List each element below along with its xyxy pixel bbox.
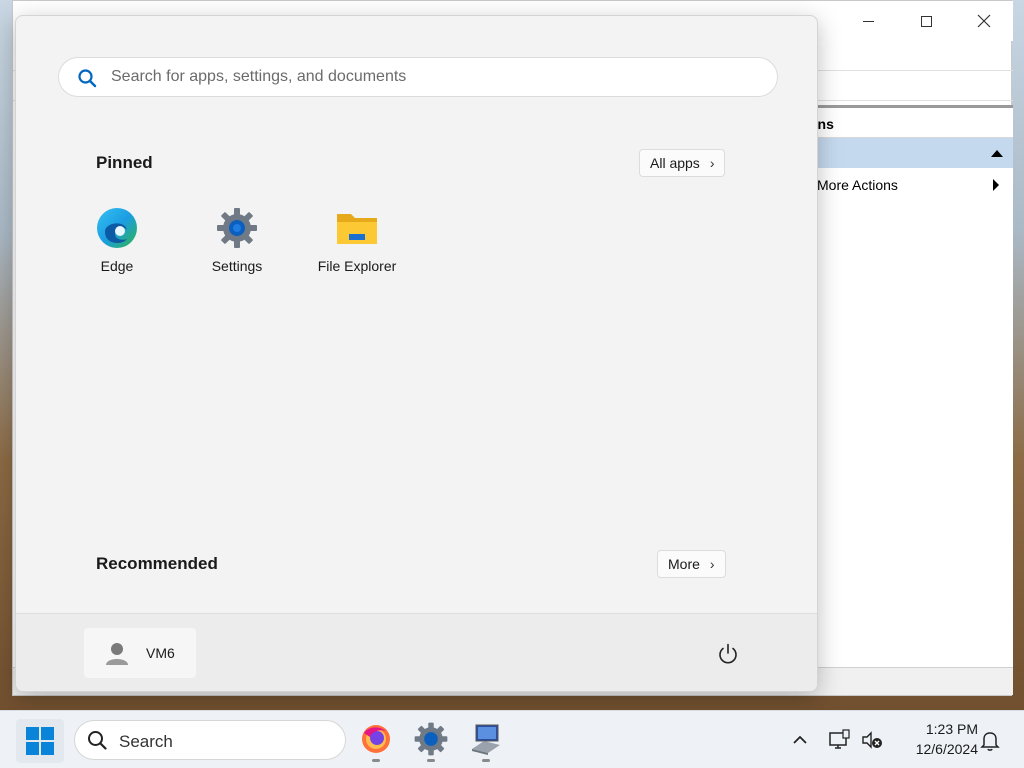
search-icon xyxy=(78,69,97,88)
firefox-icon xyxy=(362,725,390,753)
network-monitor-icon xyxy=(829,729,850,749)
notifications-button[interactable] xyxy=(978,728,1002,752)
submenu-arrow-icon xyxy=(993,179,999,191)
more-button[interactable]: More › xyxy=(657,550,726,578)
minimize-icon xyxy=(862,20,874,22)
chevron-up-icon xyxy=(793,735,807,744)
all-apps-label: All apps xyxy=(650,155,700,171)
close-icon xyxy=(977,14,991,28)
start-button[interactable] xyxy=(16,719,64,763)
all-apps-button[interactable]: All apps › xyxy=(639,149,726,177)
more-actions-label: More Actions xyxy=(817,177,898,193)
collapse-up-icon[interactable] xyxy=(991,150,1003,157)
network-status-button[interactable] xyxy=(828,728,852,752)
avatar xyxy=(106,643,128,665)
volume-button[interactable] xyxy=(860,728,884,752)
search-icon xyxy=(88,731,107,750)
start-search-box[interactable] xyxy=(58,57,778,97)
actions-section-header[interactable]: s xyxy=(803,138,1013,168)
taskbar-app-network[interactable] xyxy=(466,719,506,763)
more-label: More xyxy=(668,556,700,572)
user-name: VM6 xyxy=(146,645,175,661)
start-search-input[interactable] xyxy=(111,58,761,96)
volume-muted-icon xyxy=(862,731,882,749)
running-indicator xyxy=(482,759,490,762)
recommended-title: Recommended xyxy=(96,554,218,573)
pinned-app-edge[interactable]: Edge xyxy=(62,206,172,286)
taskbar-app-settings[interactable] xyxy=(411,719,451,763)
start-menu: Pinned All apps › Edge xyxy=(15,15,818,692)
show-hidden-icons-button[interactable] xyxy=(788,728,812,752)
pinned-app-label: Edge xyxy=(100,258,134,274)
folder-icon xyxy=(335,206,379,250)
edge-icon xyxy=(95,206,139,250)
gear-icon xyxy=(414,722,448,756)
minimize-button[interactable] xyxy=(839,1,897,41)
gear-icon xyxy=(215,206,259,250)
running-indicator xyxy=(427,759,435,762)
taskbar-search[interactable]: Search xyxy=(74,720,346,760)
taskbar-search-label: Search xyxy=(119,732,173,751)
running-indicator xyxy=(372,759,380,762)
user-account-button[interactable]: VM6 xyxy=(84,628,196,678)
actions-pane: ons s More Actions xyxy=(803,105,1013,667)
clock-time: 1:23 PM xyxy=(925,721,978,737)
bell-icon xyxy=(980,732,1000,751)
pinned-app-settings[interactable]: Settings xyxy=(182,206,292,286)
network-computer-icon xyxy=(472,724,500,755)
pinned-app-label: Settings xyxy=(211,258,263,274)
windows-logo-icon xyxy=(26,727,54,755)
more-actions-item[interactable]: More Actions xyxy=(817,174,1007,196)
power-button[interactable] xyxy=(716,642,740,666)
start-footer: VM6 xyxy=(16,613,817,691)
pinned-app-label: File Explorer xyxy=(317,258,397,274)
taskbar-app-firefox[interactable] xyxy=(356,719,396,763)
maximize-icon xyxy=(920,15,932,27)
taskbar: Search 1:23 PM 12/6/2024 xyxy=(0,710,1024,768)
power-icon xyxy=(719,643,737,664)
close-button[interactable] xyxy=(955,1,1013,41)
pinned-app-file-explorer[interactable]: File Explorer xyxy=(302,206,412,286)
pinned-title: Pinned xyxy=(96,153,153,172)
actions-pane-header: ons xyxy=(803,116,1013,138)
chevron-right-icon: › xyxy=(709,155,715,171)
clock-date: 12/6/2024 xyxy=(915,741,978,757)
maximize-button[interactable] xyxy=(897,1,955,41)
chevron-right-icon: › xyxy=(709,556,715,572)
taskbar-clock[interactable]: 1:23 PM 12/6/2024 xyxy=(896,719,978,759)
